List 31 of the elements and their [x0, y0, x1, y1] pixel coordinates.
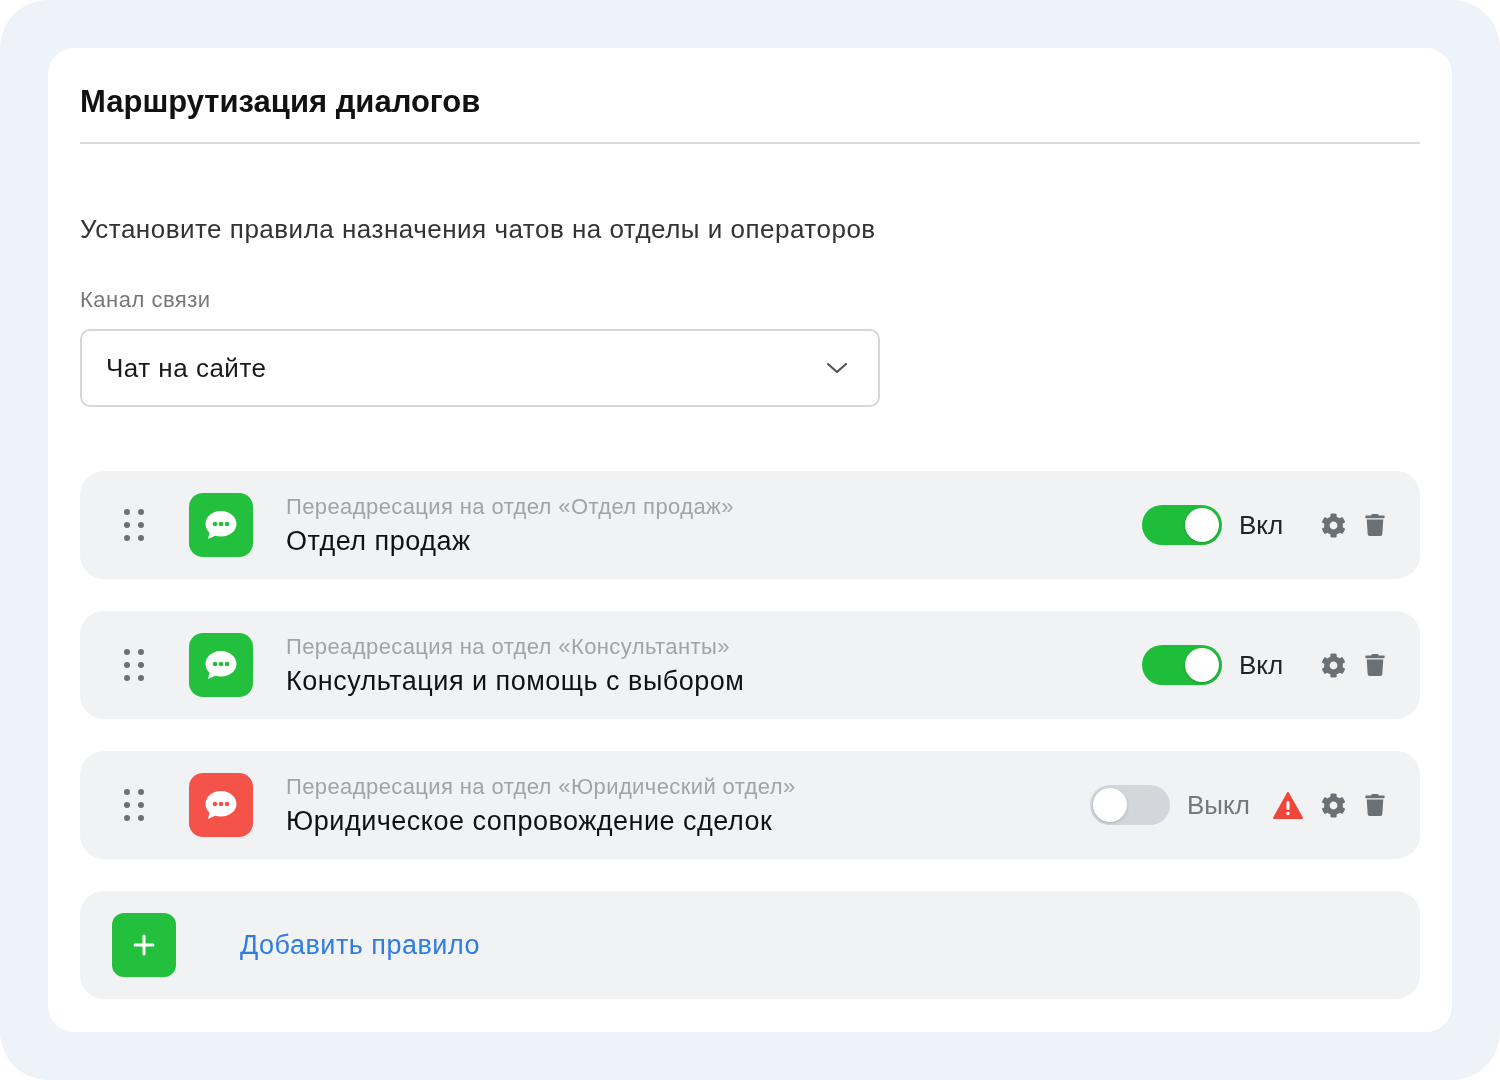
chat-bubble-icon — [204, 649, 238, 681]
rule-subtitle: Переадресация на отдел «Консультанты» — [286, 633, 731, 660]
delete-button[interactable] — [1364, 654, 1386, 676]
add-rule-link[interactable]: Добавить правило — [240, 929, 480, 961]
status-label: Выкл — [1187, 789, 1251, 821]
settings-button[interactable] — [1321, 512, 1346, 538]
rule-name: Юридическое сопровождение сделок — [286, 805, 774, 837]
rule-name: Консультация и помощь с выбором — [286, 665, 746, 697]
chat-bubble-icon — [204, 509, 238, 541]
toggle-switch[interactable] — [1142, 645, 1222, 685]
channel-dropdown[interactable]: Чат на сайте — [80, 329, 880, 407]
plus-icon — [133, 934, 155, 956]
status-label: Вкл — [1239, 509, 1285, 541]
page-title: Маршрутизация диалогов — [80, 48, 1420, 144]
rule-subtitle: Переадресация на отдел «Отдел продаж» — [286, 493, 735, 520]
toggle-switch[interactable] — [1090, 785, 1170, 825]
description: Установите правила назначения чатов на отделы и операторов — [80, 214, 877, 245]
chevron-down-icon — [826, 362, 848, 374]
rule-name: Отдел продаж — [286, 525, 472, 557]
toggle-switch[interactable] — [1142, 505, 1222, 545]
settings-button[interactable] — [1321, 652, 1346, 678]
drag-handle-icon[interactable] — [124, 509, 144, 541]
status-label: Вкл — [1239, 649, 1285, 681]
field-label: Канал связи — [80, 287, 212, 313]
delete-button[interactable] — [1364, 514, 1386, 536]
delete-button[interactable] — [1364, 794, 1386, 816]
rule-subtitle: Переадресация на отдел «Юридический отдел» — [286, 773, 797, 800]
drag-handle-icon[interactable] — [124, 649, 144, 681]
settings-button[interactable] — [1321, 792, 1346, 818]
chat-bubble-icon — [204, 789, 238, 821]
drag-handle-icon[interactable] — [124, 789, 144, 821]
